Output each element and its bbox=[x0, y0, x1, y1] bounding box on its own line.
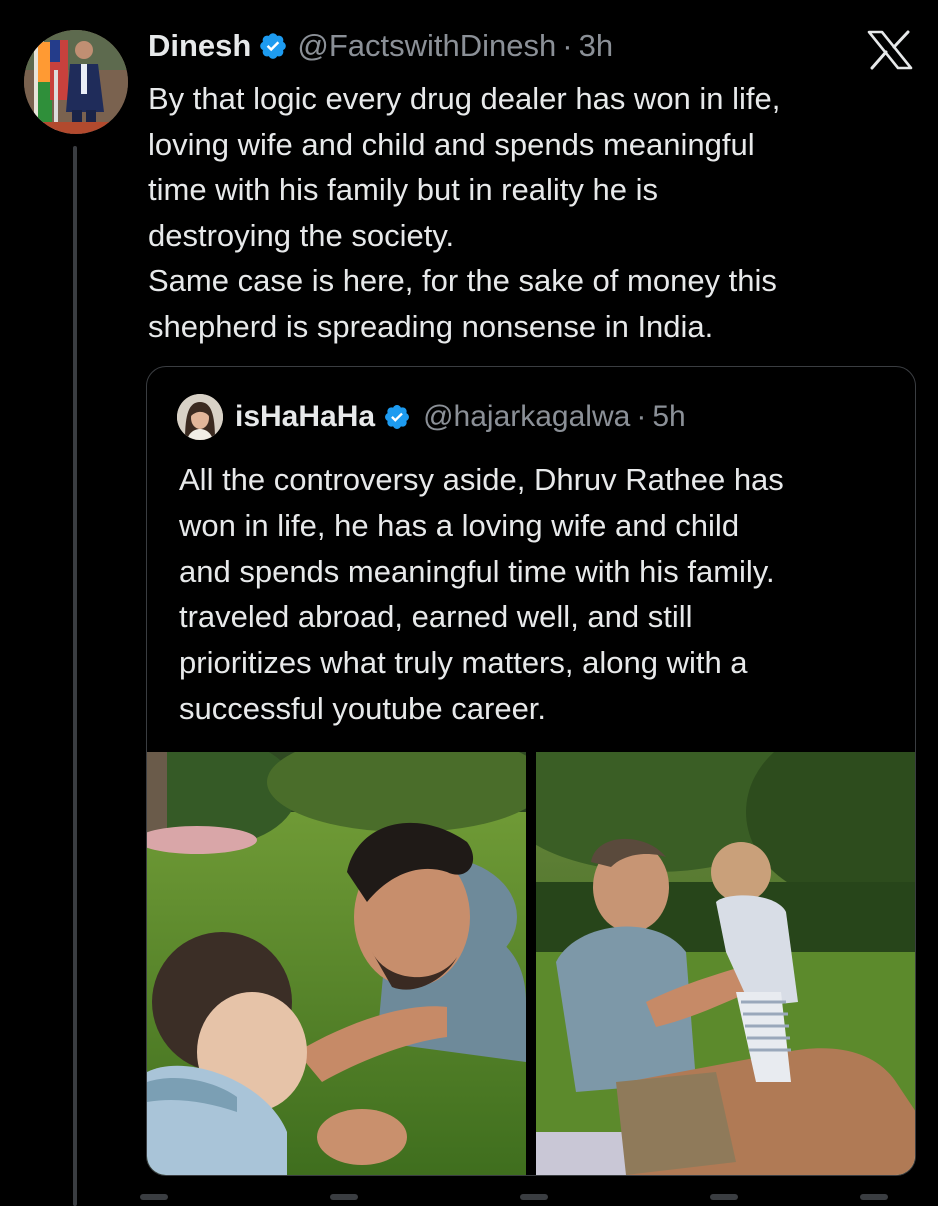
photo-2[interactable] bbox=[535, 752, 915, 1175]
author-handle[interactable]: @FactswithDinesh bbox=[297, 28, 556, 64]
quoted-author-avatar[interactable] bbox=[177, 394, 223, 440]
verified-badge-icon bbox=[383, 403, 411, 431]
quoted-author-handle[interactable]: @hajarkagalwa bbox=[423, 400, 630, 434]
quoted-author-name[interactable]: isHaHaHa bbox=[235, 400, 375, 434]
tweet-timestamp[interactable]: 3h bbox=[579, 28, 613, 64]
tweet[interactable]: Dinesh @FactswithDinesh · 3h By that log… bbox=[0, 0, 938, 1206]
separator-dot: · bbox=[562, 28, 573, 63]
quoted-tweet[interactable]: isHaHaHa @hajarkagalwa · 5h All the cont… bbox=[146, 366, 916, 1176]
tweet-text: By that logic every drug dealer has won … bbox=[148, 81, 781, 344]
quoted-tweet-text: All the controversy aside, Dhruv Rathee … bbox=[179, 462, 784, 726]
author-avatar-image bbox=[24, 30, 128, 134]
views-icon[interactable] bbox=[710, 1194, 738, 1200]
photo-1[interactable] bbox=[147, 752, 527, 1175]
tweet-header: Dinesh @FactswithDinesh · 3h bbox=[148, 24, 613, 68]
quoted-tweet-header: isHaHaHa @hajarkagalwa · 5h bbox=[177, 394, 686, 440]
quoted-tweet-timestamp[interactable]: 5h bbox=[652, 400, 685, 434]
author-name[interactable]: Dinesh bbox=[148, 28, 251, 64]
like-icon[interactable] bbox=[520, 1194, 548, 1200]
action-bar bbox=[140, 1192, 920, 1200]
thread-line bbox=[73, 146, 77, 1206]
media-grid bbox=[147, 752, 915, 1175]
retweet-icon[interactable] bbox=[330, 1194, 358, 1200]
author-avatar[interactable] bbox=[24, 30, 128, 134]
x-logo-icon bbox=[866, 30, 914, 70]
verified-badge-icon bbox=[258, 31, 288, 61]
share-icon[interactable] bbox=[860, 1194, 888, 1200]
reply-icon[interactable] bbox=[140, 1194, 168, 1200]
separator-dot: · bbox=[636, 400, 647, 433]
